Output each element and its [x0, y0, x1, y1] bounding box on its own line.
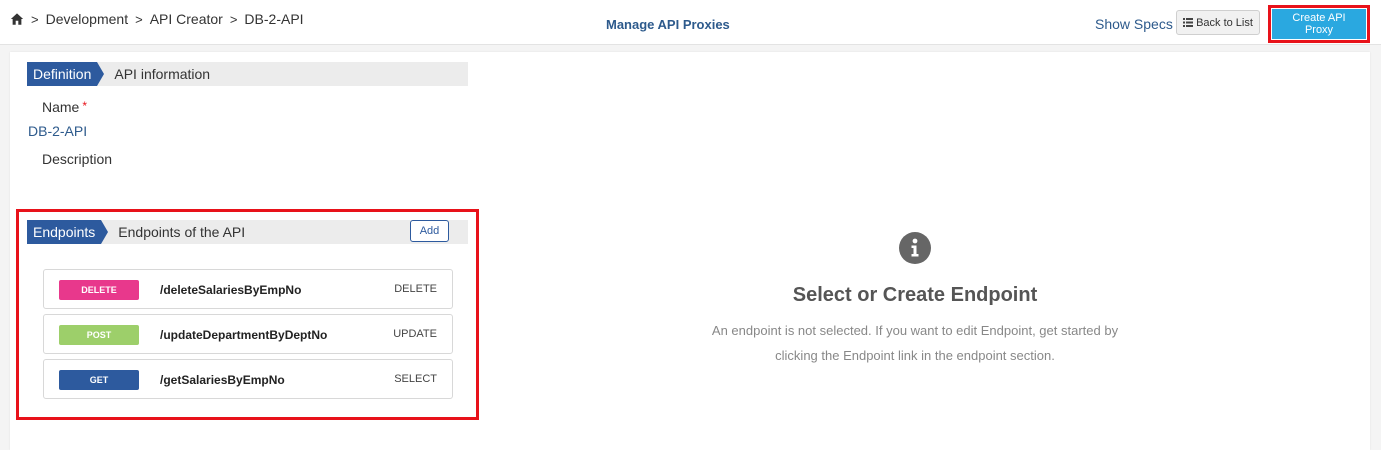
api-editor-card: Definition API information Name * DB-2-AP… — [10, 52, 1370, 450]
endpoint-operation: SELECT — [394, 373, 437, 385]
definition-subtitle: API information — [114, 66, 211, 82]
endpoint-row-delete[interactable]: DELETE /deleteSalariesByEmpNo DELETE — [43, 269, 453, 309]
breadcrumb-separator: > — [31, 11, 39, 27]
definition-section-header: Definition API information — [27, 62, 468, 86]
endpoints-section-header: Endpoints Endpoints of the API — [27, 220, 468, 244]
page-title: Manage API Proxies — [606, 17, 730, 32]
required-mark: * — [82, 99, 88, 113]
endpoint-path: /deleteSalariesByEmpNo — [160, 283, 302, 297]
breadcrumb-api-creator[interactable]: API Creator — [150, 11, 223, 27]
breadcrumb-separator: > — [229, 11, 238, 27]
breadcrumb-development[interactable]: Development — [46, 11, 129, 27]
endpoint-row-post[interactable]: POST /updateDepartmentByDeptNo UPDATE — [43, 314, 453, 354]
method-badge-post: POST — [59, 325, 139, 345]
list-icon — [1183, 18, 1194, 27]
endpoint-row-get[interactable]: GET /getSalariesByEmpNo SELECT — [43, 359, 453, 399]
definition-tag: Definition — [27, 62, 105, 86]
add-endpoint-button[interactable]: Add — [410, 220, 449, 242]
endpoint-operation: UPDATE — [393, 328, 437, 340]
api-name-value[interactable]: DB-2-API — [28, 123, 87, 139]
endpoints-subtitle: Endpoints of the API — [118, 224, 246, 240]
home-icon[interactable] — [10, 12, 24, 26]
method-badge-delete: DELETE — [59, 280, 139, 300]
endpoint-path: /getSalariesByEmpNo — [160, 373, 285, 387]
breadcrumb-separator: > — [135, 11, 143, 27]
empty-state-title: Select or Create Endpoint — [792, 284, 1038, 306]
endpoint-path: /updateDepartmentByDeptNo — [160, 328, 328, 342]
description-label: Description — [42, 151, 113, 167]
name-label: Name * — [42, 99, 87, 115]
info-icon — [899, 232, 931, 264]
endpoints-tag: Endpoints — [27, 220, 109, 244]
create-api-proxy-button[interactable]: Create API Proxy — [1272, 9, 1366, 39]
top-bar: > Development > API Creator > DB-2-API M… — [0, 0, 1381, 45]
back-to-list-button[interactable]: Back to List — [1176, 10, 1260, 35]
endpoint-operation: DELETE — [394, 283, 437, 295]
name-label-text: Name — [42, 99, 80, 115]
breadcrumb: > Development > API Creator > DB-2-API — [10, 10, 304, 28]
endpoint-list: DELETE /deleteSalariesByEmpNo DELETE POS… — [43, 269, 453, 404]
empty-state-message: An endpoint is not selected. If you want… — [711, 323, 1119, 363]
show-specs-link[interactable]: Show Specs — [1095, 16, 1173, 32]
method-badge-get: GET — [59, 370, 139, 390]
breadcrumb-current: DB-2-API — [244, 11, 304, 27]
back-to-list-label: Back to List — [1196, 16, 1253, 29]
